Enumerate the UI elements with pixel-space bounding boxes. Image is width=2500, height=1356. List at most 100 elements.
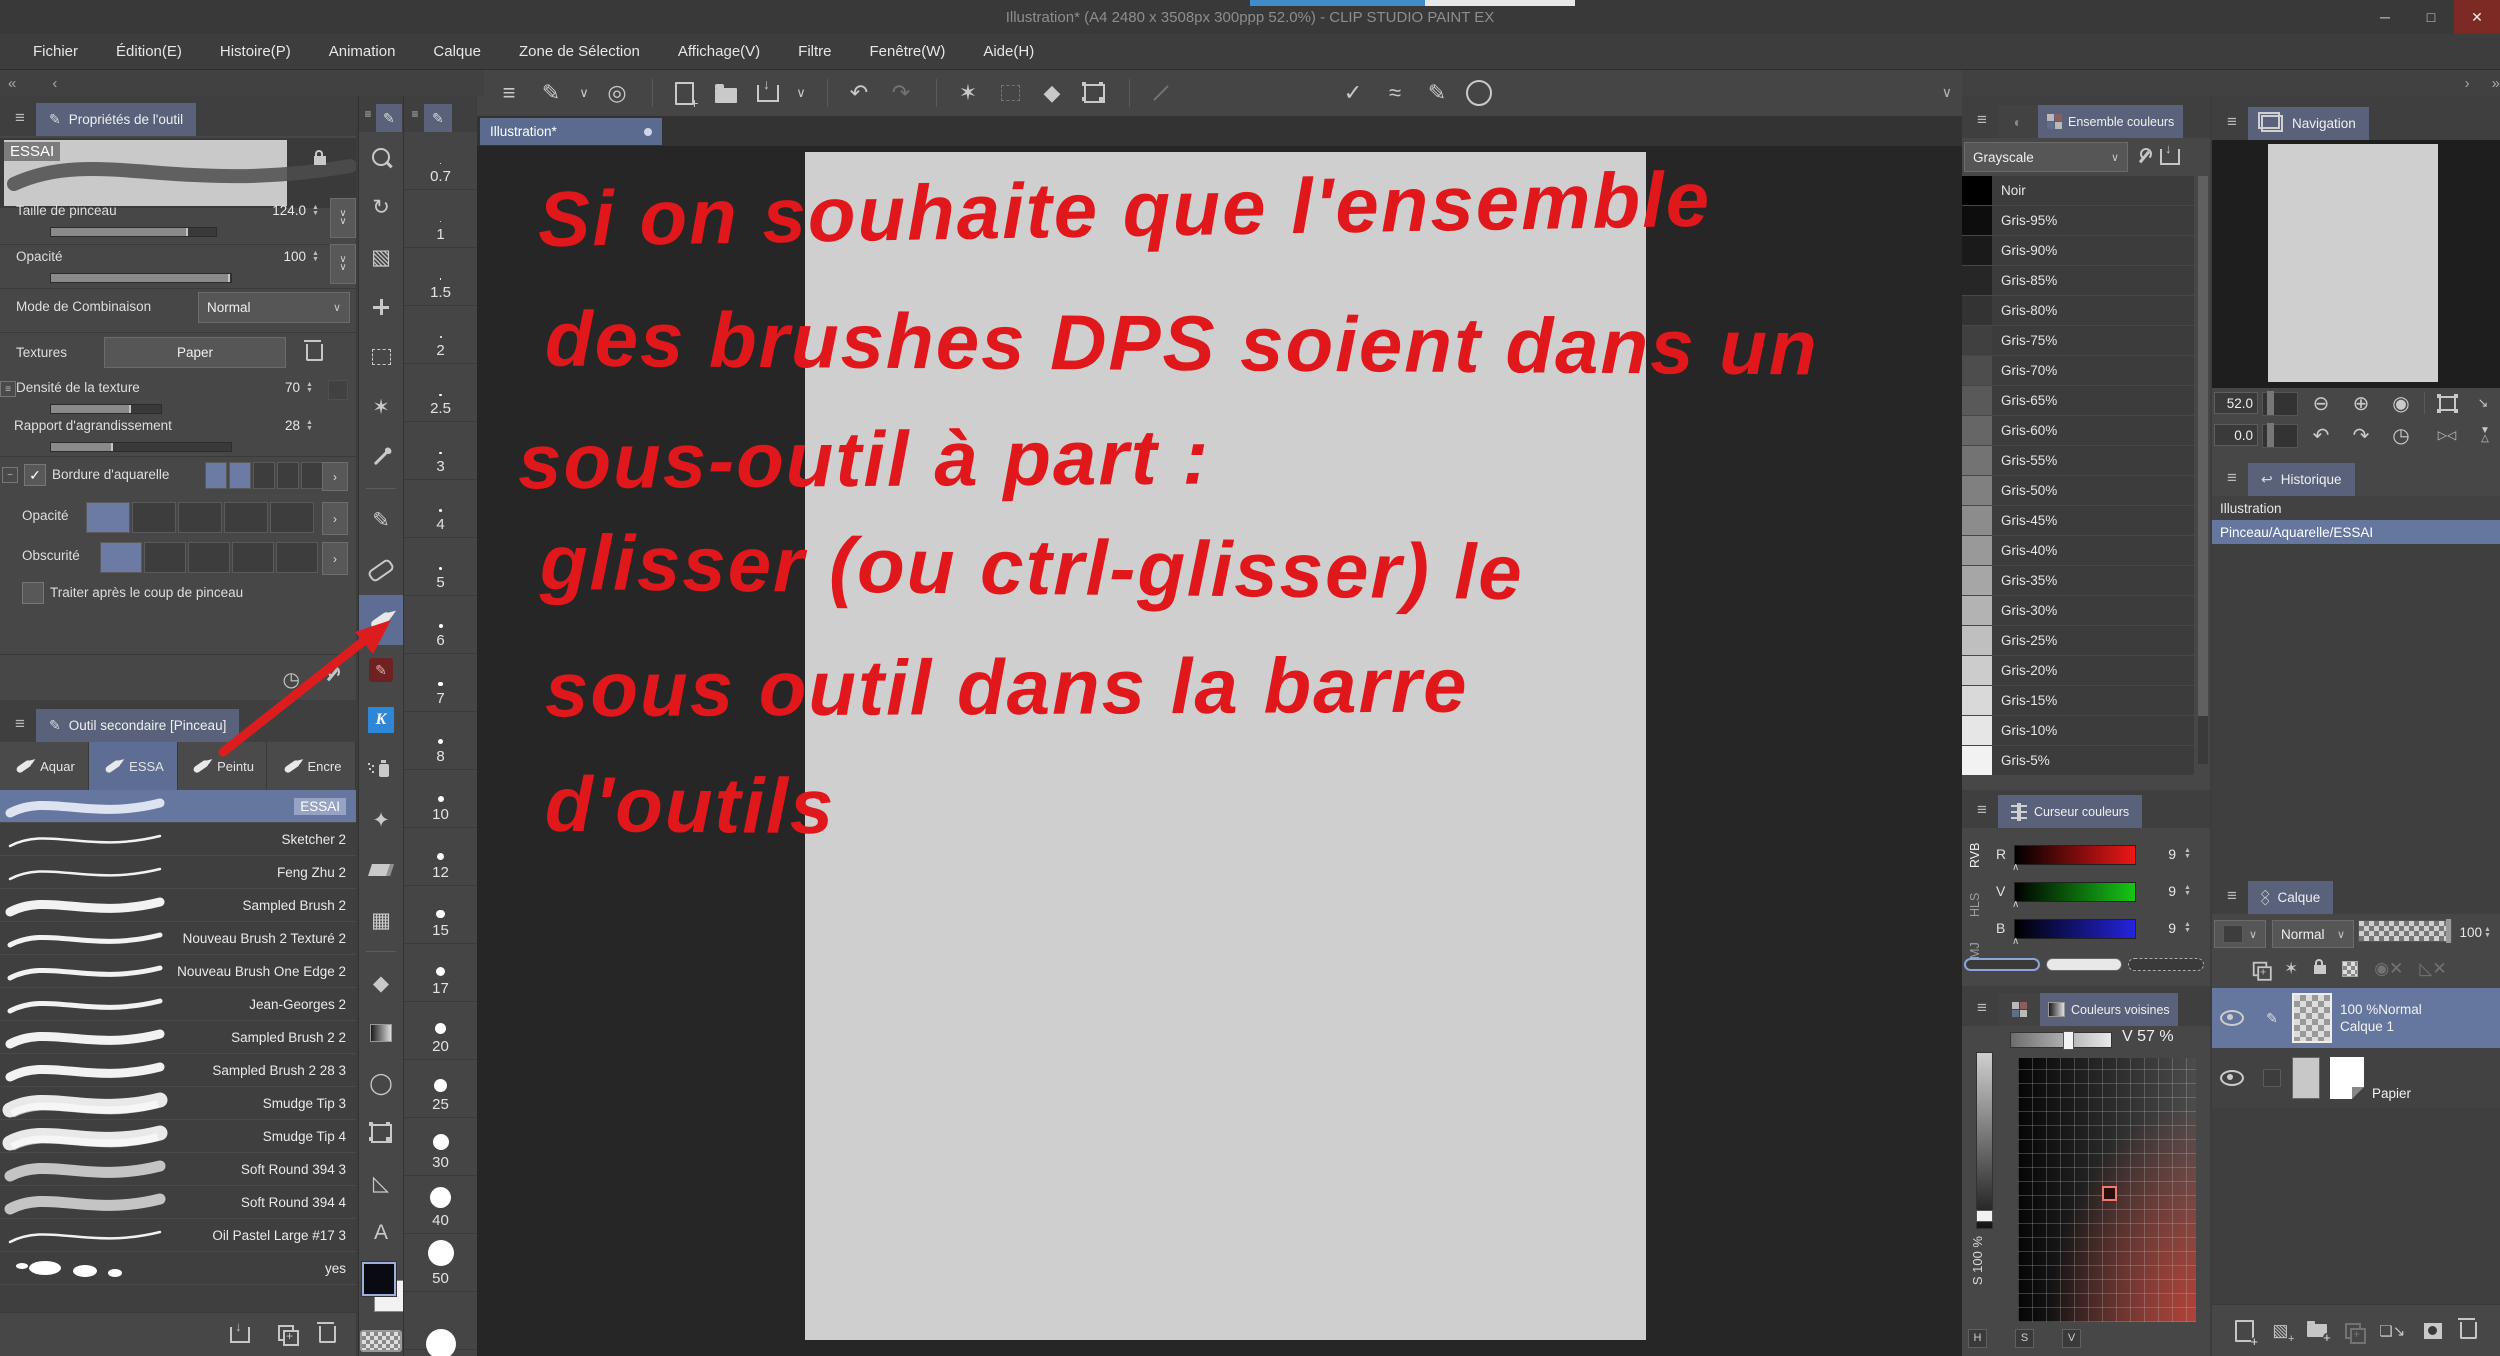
marker-tool-icon[interactable]: ✎ bbox=[359, 495, 403, 545]
fit-to-window-icon[interactable]: ↘ bbox=[2468, 390, 2498, 416]
layer-row[interactable]: Papier bbox=[2212, 1048, 2500, 1109]
layer-visibility-icon[interactable] bbox=[2220, 1070, 2244, 1086]
axis-button-h[interactable]: H bbox=[1968, 1328, 1987, 1348]
layer-blend-dropdown[interactable]: Normal ∨ bbox=[2272, 920, 2354, 948]
color-set-item[interactable]: Gris-40% bbox=[1962, 536, 2194, 565]
delete-layer-icon[interactable] bbox=[2457, 1318, 2477, 1339]
merge-down-icon[interactable]: ❏↘ bbox=[2379, 1322, 2405, 1340]
dock-expand-icon[interactable]: › bbox=[2465, 75, 2470, 92]
axis-button-v[interactable]: V bbox=[2062, 1328, 2081, 1348]
color-set-item[interactable]: Gris-35% bbox=[1962, 566, 2194, 595]
zoom-tool-icon[interactable] bbox=[359, 132, 403, 182]
brush-size-17[interactable]: 17 bbox=[404, 944, 477, 1002]
color-set-item[interactable]: Gris-55% bbox=[1962, 446, 2194, 475]
brush-size-12[interactable]: 12 bbox=[404, 828, 477, 886]
watercolor-level-cells[interactable] bbox=[205, 462, 323, 489]
fill-selection-icon[interactable]: ◆ bbox=[1033, 75, 1071, 111]
fit-to-screen-icon[interactable] bbox=[2432, 390, 2462, 416]
magnification-value[interactable]: 28 bbox=[244, 418, 300, 433]
brush-size-partial[interactable] bbox=[404, 1292, 477, 1356]
slider-caret-icon[interactable]: ∧ bbox=[2012, 899, 2019, 910]
color-set-item[interactable]: Gris-95% bbox=[1962, 206, 2194, 235]
texture-dropdown[interactable]: Paper bbox=[104, 337, 286, 368]
panel-menu-icon[interactable]: ≡ bbox=[1966, 105, 1998, 135]
duplicate-subtool-icon[interactable] bbox=[278, 1325, 299, 1346]
panel-menu-icon[interactable]: ≡ bbox=[1966, 795, 1998, 825]
brush-size-50[interactable]: 50 bbox=[404, 1234, 477, 1292]
color-set-item[interactable]: Gris-25% bbox=[1962, 626, 2194, 655]
brush-size-20[interactable]: 20 bbox=[404, 1002, 477, 1060]
tab-history[interactable]: ↩ Historique bbox=[2248, 463, 2355, 496]
subtool-tab-essa[interactable]: ESSA bbox=[89, 742, 178, 790]
layer-row[interactable]: ✎ 100 %Normal Calque 1 bbox=[2212, 988, 2500, 1049]
save-chevron-icon[interactable]: ∨ bbox=[791, 75, 811, 111]
density-lock-cell[interactable] bbox=[328, 380, 348, 400]
menu-fentrew[interactable]: Fenêtre(W) bbox=[851, 43, 965, 60]
lock-layer-icon[interactable] bbox=[2314, 958, 2327, 974]
color-set-item[interactable]: Gris-90% bbox=[1962, 236, 2194, 265]
tab-neighbor-colors[interactable]: Couleurs voisines bbox=[2040, 993, 2178, 1026]
zoom-in-icon[interactable]: ⊕ bbox=[2346, 390, 2376, 416]
brush-list-item[interactable]: Soft Round 394 4 bbox=[0, 1186, 356, 1219]
brush-list-item[interactable]: Feng Zhu 2 bbox=[0, 856, 356, 889]
magic-wand-icon[interactable]: ✶ bbox=[359, 382, 403, 432]
zoom-value-input[interactable]: 52.0 bbox=[2214, 392, 2258, 414]
color-mode-tab-cmj[interactable]: CMJ bbox=[1962, 930, 1988, 980]
brush-list-item[interactable]: Smudge Tip 3 bbox=[0, 1087, 356, 1120]
help-icon[interactable] bbox=[1460, 75, 1498, 111]
maximize-button[interactable]: □ bbox=[2408, 0, 2454, 34]
watercolor-checkbox[interactable]: ✓ bbox=[24, 464, 46, 486]
channel-value[interactable]: 9 bbox=[2154, 846, 2176, 862]
brush-size-15[interactable]: 15 bbox=[404, 886, 477, 944]
darkness-cells[interactable] bbox=[100, 542, 318, 573]
foreground-color-swatch[interactable] bbox=[362, 1262, 396, 1296]
fill-tool-icon[interactable]: ◆ bbox=[359, 958, 403, 1008]
flip-vertical-icon[interactable]: ▼ △ bbox=[2470, 422, 2500, 448]
transform-icon[interactable] bbox=[1075, 75, 1113, 111]
snap-pen-icon[interactable]: ✎ bbox=[1418, 75, 1456, 111]
move-tool-icon[interactable] bbox=[359, 282, 403, 332]
panel-menu-icon[interactable]: ≡ bbox=[1966, 993, 1998, 1023]
rotation-value-input[interactable]: 0.0 bbox=[2214, 424, 2258, 446]
color-history-slot-active[interactable] bbox=[1964, 958, 2040, 971]
color-set-item[interactable]: Gris-30% bbox=[1962, 596, 2194, 625]
brush-list-item[interactable]: Smudge Tip 4 bbox=[0, 1120, 356, 1153]
history-item[interactable]: Illustration bbox=[2212, 496, 2500, 520]
channel-spinner[interactable]: ▲ ▼ bbox=[2184, 921, 2191, 934]
color-set-item[interactable]: Gris-70% bbox=[1962, 356, 2194, 385]
eyedropper-icon[interactable] bbox=[359, 432, 403, 482]
save-file-icon[interactable] bbox=[749, 75, 787, 111]
watercolor-expander[interactable]: − bbox=[2, 467, 18, 483]
panel-menu-icon[interactable]: ≡ bbox=[4, 709, 36, 739]
color-set-item[interactable]: Gris-65% bbox=[1962, 386, 2194, 415]
tab-color-set[interactable]: Ensemble couleurs bbox=[2038, 105, 2184, 138]
color-set-item[interactable]: Gris-5% bbox=[1962, 746, 2194, 775]
rotate-right-icon[interactable]: ↷ bbox=[2346, 422, 2376, 448]
wc-opacity-cells[interactable] bbox=[86, 502, 314, 533]
tab-navigation[interactable]: Navigation bbox=[2248, 107, 2369, 140]
layer-visibility-icon[interactable] bbox=[2220, 1010, 2244, 1026]
color-preset-dropdown[interactable]: Grayscale ∨ bbox=[1964, 142, 2128, 172]
sparkle-tool-icon[interactable]: ✦ bbox=[359, 795, 403, 845]
color-set-item[interactable]: Gris-75% bbox=[1962, 326, 2194, 355]
brush-list-item[interactable]: Soft Round 394 3 bbox=[0, 1153, 356, 1186]
brush-list-item[interactable]: Sampled Brush 2 28 3 bbox=[0, 1054, 356, 1087]
magnification-slider[interactable] bbox=[50, 442, 232, 452]
brush-list-item[interactable]: Sampled Brush 2 2 bbox=[0, 1021, 356, 1054]
import-subtool-icon[interactable] bbox=[230, 1319, 250, 1343]
size-value[interactable]: 124.0 bbox=[250, 203, 306, 218]
zoom-out-icon[interactable]: ⊖ bbox=[2306, 390, 2336, 416]
polyline-tool-icon[interactable]: ◺ bbox=[359, 1158, 403, 1208]
color-mode-tab-hls[interactable]: HLS bbox=[1962, 880, 1988, 930]
brush-size-1.5[interactable]: 1.5 bbox=[404, 248, 477, 306]
channel-slider[interactable] bbox=[2014, 845, 2136, 865]
snap-curve-icon[interactable]: ≈ bbox=[1376, 75, 1414, 111]
history-item[interactable]: Pinceau/Aquarelle/ESSAI bbox=[2212, 520, 2500, 544]
deselect-icon[interactable]: ✶ bbox=[949, 75, 987, 111]
layer-color-dropdown[interactable]: ∨ bbox=[2214, 920, 2266, 948]
color-set-item[interactable]: Gris-85% bbox=[1962, 266, 2194, 295]
panel-menu-icon[interactable]: ≡ bbox=[2216, 881, 2248, 911]
color-history-slot-transparent[interactable] bbox=[2128, 958, 2204, 971]
brush-list-item[interactable]: Jean-Georges 2 bbox=[0, 988, 356, 1021]
size-spinner[interactable]: ▲ ▼ bbox=[312, 204, 319, 217]
